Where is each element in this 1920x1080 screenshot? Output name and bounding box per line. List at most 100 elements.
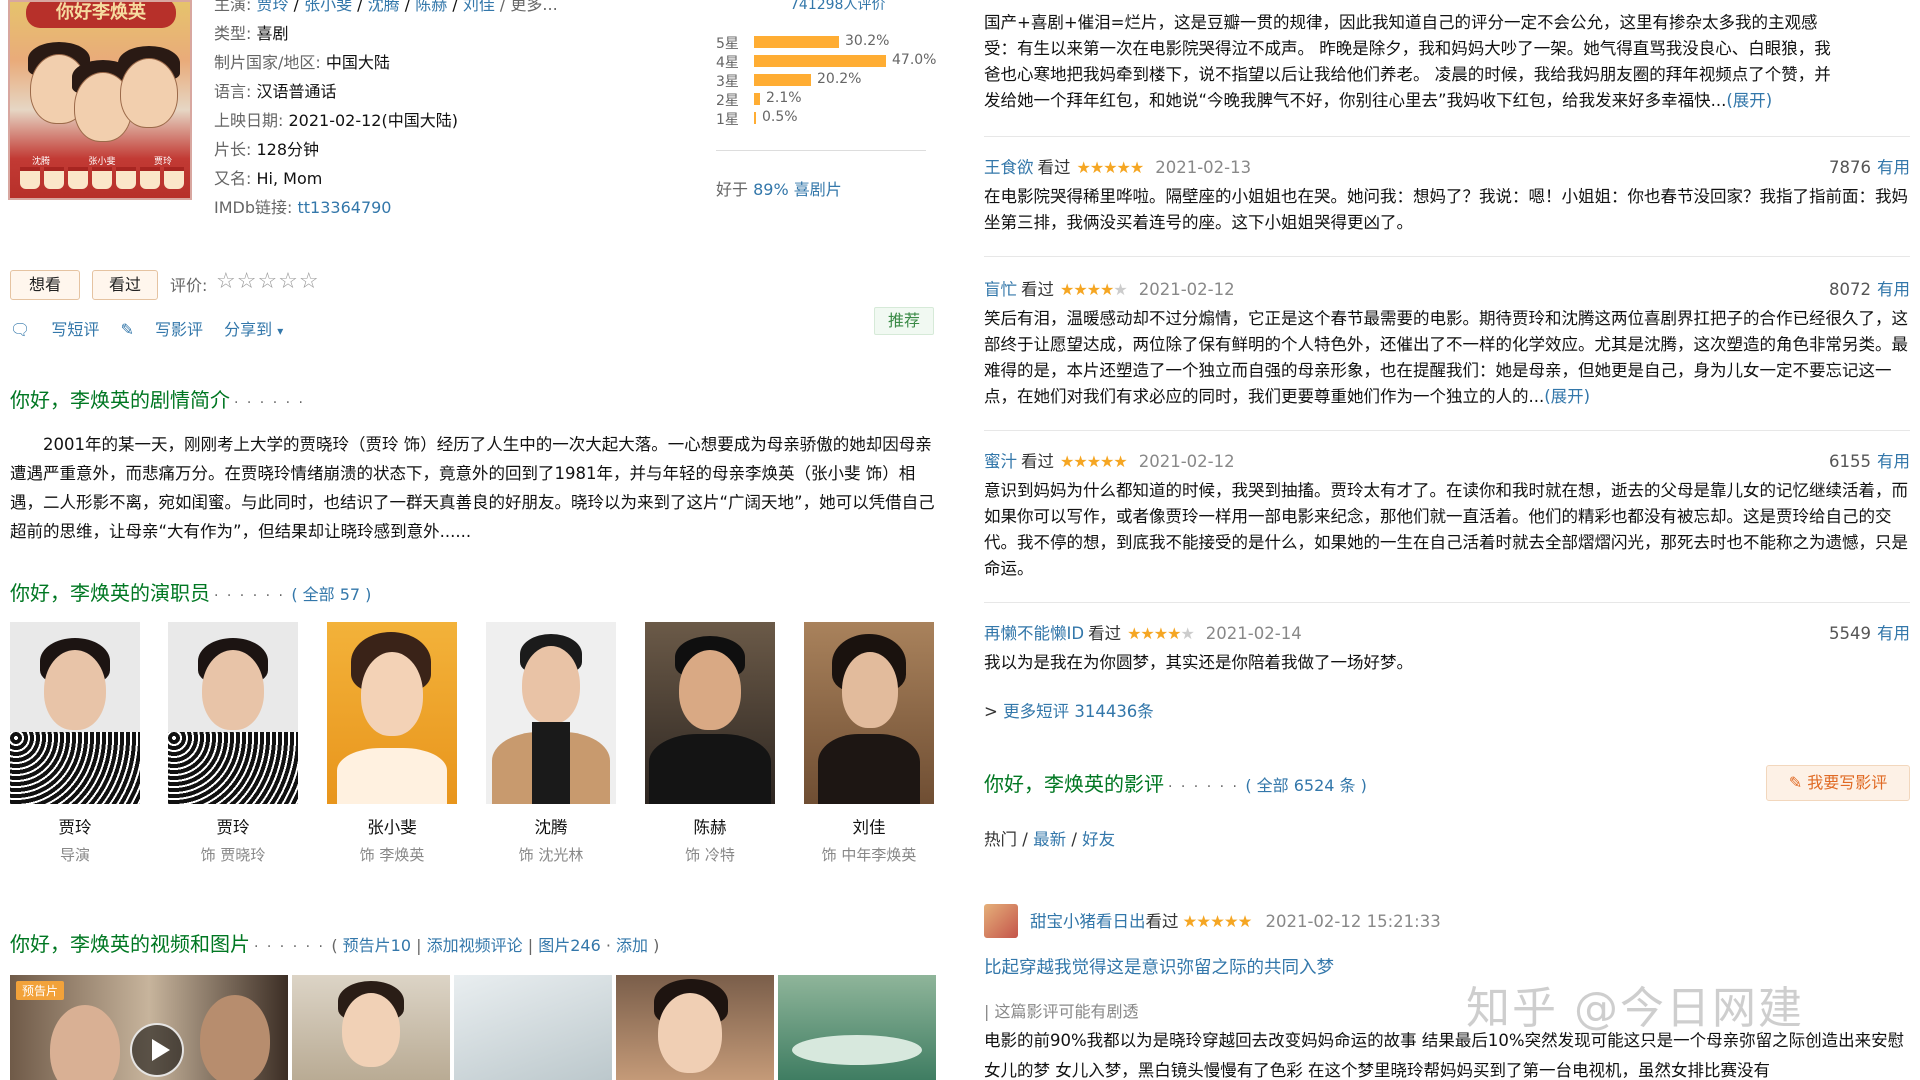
info-aka: 又名: Hi, Mom: [214, 169, 323, 188]
avatar[interactable]: [984, 904, 1018, 938]
cast-card[interactable]: 张小斐 饰 李焕英: [327, 622, 457, 865]
play-icon[interactable]: [130, 1023, 184, 1077]
all-reviews-link[interactable]: ( 全部 6524 条 ): [1245, 776, 1367, 795]
useful-vote[interactable]: 6155 有用: [1829, 448, 1910, 472]
info-country: 制片国家/地区: 中国大陆: [214, 53, 390, 72]
spoiler-warning: | 这篇影评可能有剧透: [984, 1002, 1139, 1021]
cast-role: 饰 冷特: [685, 846, 735, 864]
share-dropdown[interactable]: 分享到 ▾: [224, 320, 299, 339]
cast-card[interactable]: 陈赫 饰 冷特: [645, 622, 775, 865]
action-row: 🗨 写短评 ✎ 写影评 分享到 ▾: [10, 316, 315, 340]
review-user-link[interactable]: 甜宝小猪看日出: [1030, 912, 1146, 931]
cast-name[interactable]: 贾玲: [10, 814, 140, 838]
rating-stars: ★★★★★: [1060, 452, 1128, 471]
cast-photo[interactable]: [168, 622, 298, 804]
photo-thumbnail[interactable]: [454, 975, 612, 1080]
rating-stars: ★★★★★: [1076, 158, 1145, 177]
cast-photo[interactable]: [486, 622, 616, 804]
comment-body: 在电影院哭得稀里哗啦。隔壁座的小姐姐也在哭。她问我：想妈了？我说：嗯！小姐姐：你…: [984, 187, 1908, 232]
cast-photo[interactable]: [327, 622, 457, 804]
tab-hot[interactable]: 热门: [984, 830, 1017, 849]
cast-name[interactable]: 张小斐: [327, 814, 457, 838]
photos-link[interactable]: 图片246: [538, 936, 601, 955]
rating-divider: [716, 150, 926, 151]
useful-vote[interactable]: 5549 有用: [1829, 620, 1910, 644]
review-title-link[interactable]: 比起穿越我觉得这是意识弥留之际的共同入梦: [984, 954, 1334, 979]
movie-info: 主演: 贾玲 / 张小斐 / 沈腾 / 陈赫 / 刘佳 / 更多... 类型: …: [214, 0, 558, 222]
watched-button[interactable]: 看过: [92, 270, 158, 300]
short-comment: 蜜汁 看过 ★★★★★ 2021-02-12 6155 有用 意识到妈妈为什么都知道的时…: [984, 448, 1910, 582]
write-short-comment-link[interactable]: 🗨 写短评: [10, 320, 99, 339]
better-than: 好于 89% 喜剧片: [716, 180, 842, 199]
add-photo-link[interactable]: 添加: [616, 936, 648, 955]
rating-bar: [754, 55, 886, 67]
cast-photo[interactable]: [804, 622, 934, 804]
comment-user-link[interactable]: 王食欲: [984, 158, 1034, 177]
expand-link[interactable]: (展开): [1544, 387, 1590, 406]
cast-role: 饰 李焕英: [359, 846, 425, 864]
comment-body: 笑后有泪，温暖感动却不过分煽情，它正是这个春节最需要的电影。期待贾玲和沈腾这两位…: [984, 309, 1908, 406]
cast-link[interactable]: 陈赫: [415, 0, 447, 14]
rating-row: 1星 0.5%: [716, 109, 798, 128]
cast-card[interactable]: 沈腾 饰 沈光林: [486, 622, 616, 865]
cast-link[interactable]: 刘佳: [463, 0, 495, 14]
rating-row: 4星 47.0%: [716, 52, 937, 71]
rating-votes-link[interactable]: 741298人评价: [790, 0, 885, 14]
cast-name[interactable]: 刘佳: [804, 814, 934, 838]
cast-card[interactable]: 贾玲 饰 贾晓玲: [168, 622, 298, 865]
short-comment: 王食欲 看过 ★★★★★ 2021-02-13 7876 有用 在电影院哭得稀里哗啦。隔…: [984, 154, 1910, 236]
trailers-link[interactable]: 预告片10: [343, 936, 411, 955]
photo-thumbnail[interactable]: [616, 975, 774, 1080]
rating-row: 5星 30.2%: [716, 33, 890, 52]
rate-stars-input[interactable]: ☆☆☆☆☆: [216, 269, 320, 294]
useful-vote[interactable]: 8072 有用: [1829, 276, 1910, 300]
cast-section-title: 你好，李焕英的演职员 · · · · · · ( 全部 57 ): [10, 581, 372, 605]
add-video-comment-link[interactable]: 添加视频评论: [427, 936, 523, 955]
comment-user-link[interactable]: 再懒不能懒ID: [984, 624, 1084, 643]
comment-user-link[interactable]: 盲忙: [984, 280, 1017, 299]
rating-bar: [754, 74, 811, 86]
rating-bar: [754, 112, 756, 124]
photo-thumbnail[interactable]: [778, 975, 936, 1080]
write-review-button[interactable]: ✎ 我要写影评: [1766, 765, 1910, 801]
better-than-link[interactable]: 89% 喜剧片: [753, 180, 842, 199]
comment-body: 意识到妈妈为什么都知道的时候，我哭到抽搐。贾玲太有才了。在读你和我时就在想，逝去…: [984, 481, 1908, 578]
tab-newest[interactable]: 最新: [1033, 830, 1066, 849]
write-review-link[interactable]: ✎ 写影评: [121, 320, 204, 339]
photo-thumbnail[interactable]: [292, 975, 450, 1080]
rating-row: 3星 20.2%: [716, 71, 862, 90]
cast-photo[interactable]: [10, 622, 140, 804]
cast-card[interactable]: 刘佳 饰 中年李焕英: [804, 622, 934, 865]
cast-card[interactable]: 贾玲 导演: [10, 622, 140, 865]
more-comments-link[interactable]: > 更多短评 314436条: [984, 698, 1154, 722]
cast-link[interactable]: 贾玲: [257, 0, 289, 14]
rating-stars: ★★★★★: [1182, 912, 1253, 931]
want-to-watch-button[interactable]: 想看: [10, 270, 80, 300]
all-cast-link[interactable]: ( 全部 57 ): [291, 585, 371, 604]
cast-name[interactable]: 沈腾: [486, 814, 616, 838]
trailer-thumbnail[interactable]: 预告片: [10, 975, 288, 1080]
comment-user-link[interactable]: 蜜汁: [984, 452, 1017, 471]
top-short-comment: 国产+喜剧+催泪=烂片，这是豆瓣一贯的规律，因此我知道自己的评分一定不会公允，这…: [984, 13, 1831, 110]
tab-friends[interactable]: 好友: [1082, 830, 1115, 849]
recommend-button[interactable]: 推荐: [874, 307, 934, 335]
cast-name[interactable]: 贾玲: [168, 814, 298, 838]
chevron-down-icon: ▾: [277, 324, 284, 338]
cast-photo[interactable]: [645, 622, 775, 804]
info-imdb: IMDb链接: tt13364790: [214, 198, 392, 217]
divider: [984, 256, 1910, 257]
rating-bar: [754, 93, 760, 105]
divider: [984, 602, 1910, 603]
movie-poster[interactable]: 你好李焕英 沈腾 张小斐 贾玲: [8, 0, 192, 200]
cast-more-link[interactable]: / 更多...: [500, 0, 558, 14]
plot-section-title: 你好，李焕英的剧情简介 · · · · · ·: [10, 388, 305, 412]
short-comment: 盲忙 看过 ★★★★★ 2021-02-12 8072 有用 笑后有泪，温暖感动却不过分…: [984, 276, 1910, 410]
cast-link[interactable]: 沈腾: [368, 0, 400, 14]
useful-vote[interactable]: 7876 有用: [1829, 154, 1910, 178]
info-language: 语言: 汉语普通话: [214, 82, 337, 101]
rating-stars: ★★★★★: [1060, 280, 1128, 299]
expand-link[interactable]: (展开): [1726, 91, 1772, 110]
imdb-link[interactable]: tt13364790: [298, 198, 392, 217]
cast-name[interactable]: 陈赫: [645, 814, 775, 838]
cast-link[interactable]: 张小斐: [304, 0, 352, 14]
